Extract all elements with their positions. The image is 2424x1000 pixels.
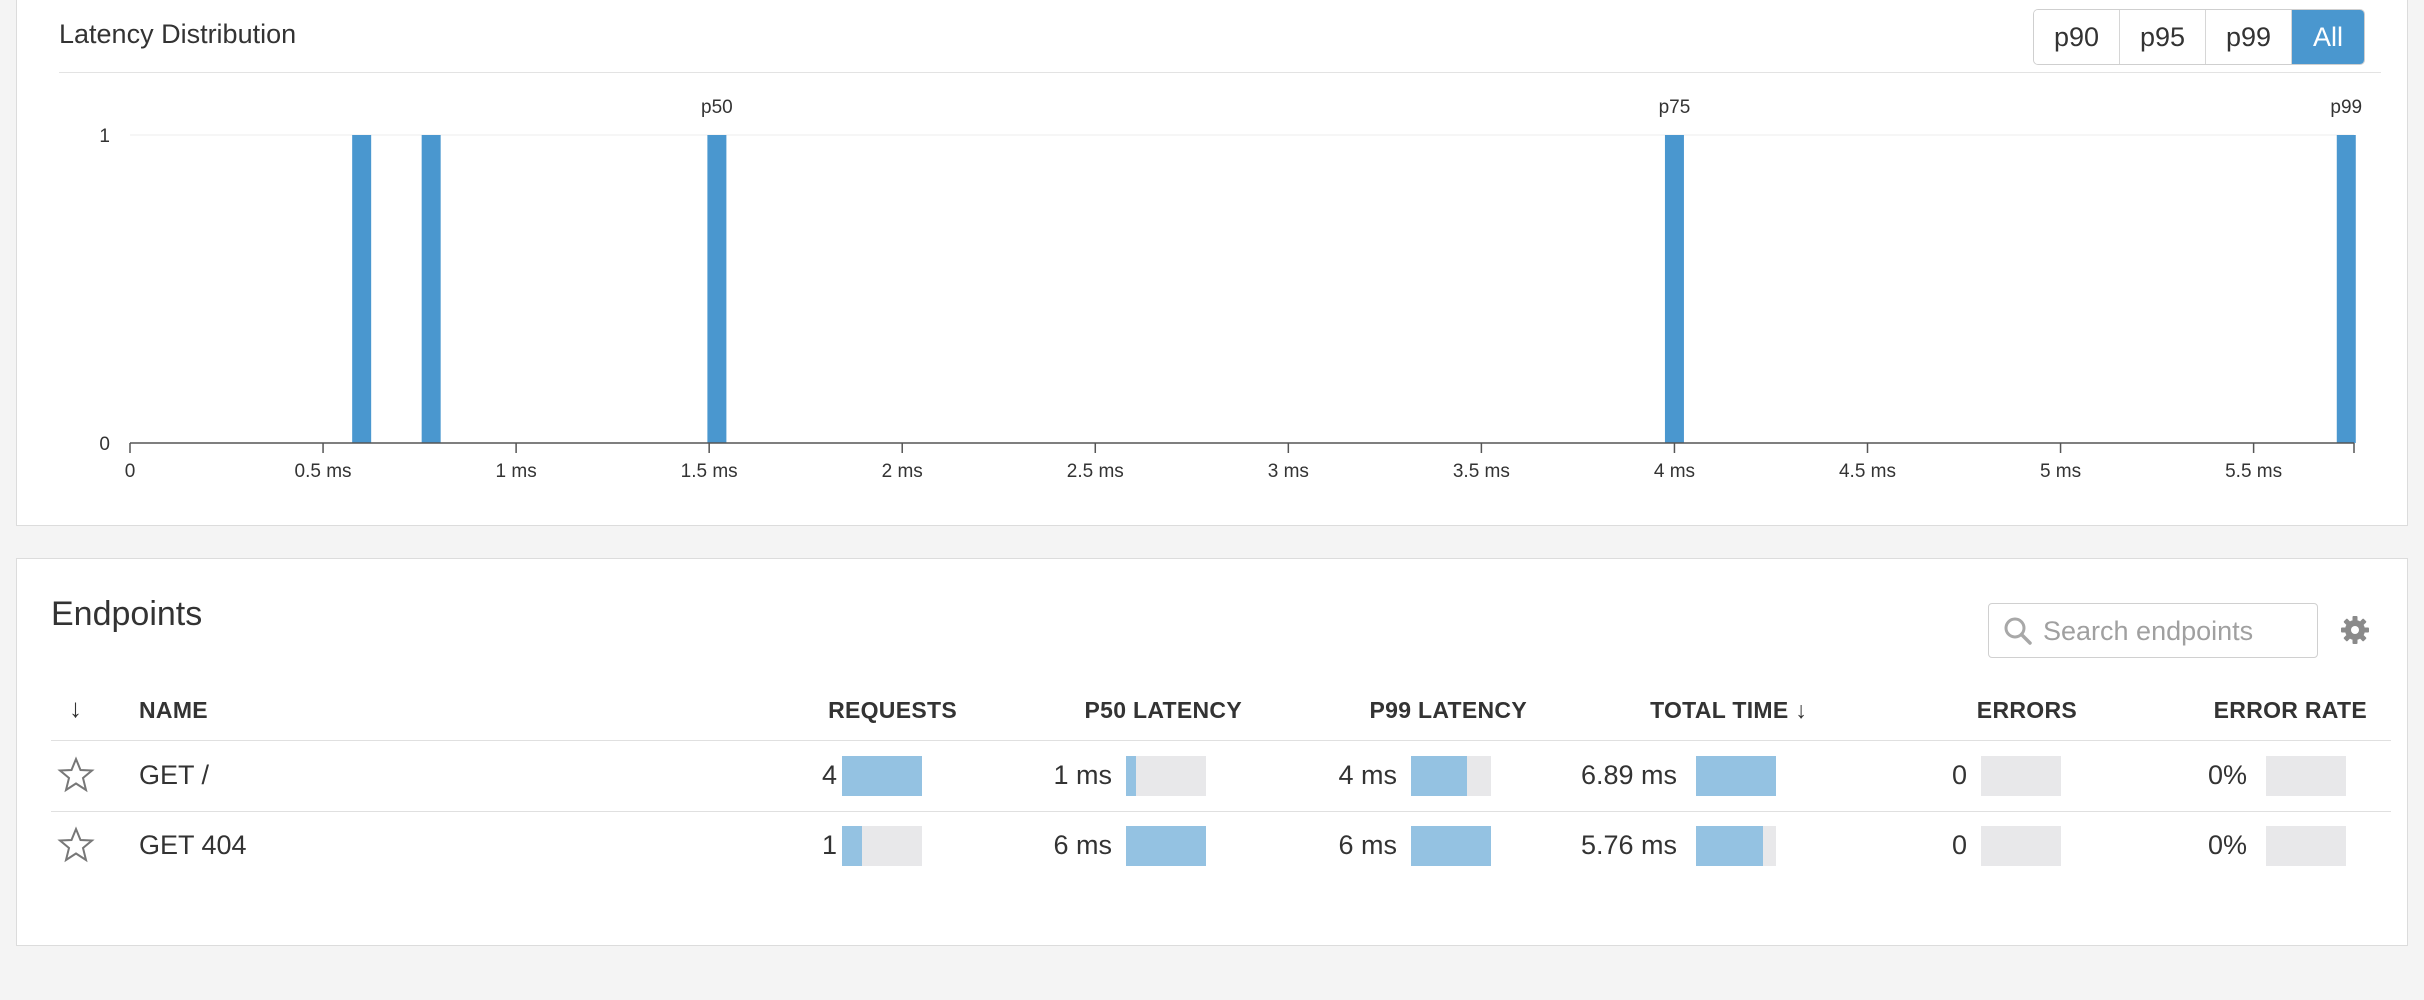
x-tick-label: 4 ms [1654, 461, 1695, 482]
x-tick-label: 1 ms [496, 461, 537, 482]
endpoints-title: Endpoints [51, 595, 203, 633]
error-rate-bar [2266, 756, 2346, 796]
requests-value: 1 [821, 830, 837, 860]
p99-latency-bar [1411, 756, 1491, 796]
x-tick-label: 3.5 ms [1453, 461, 1510, 482]
p50-latency-value: 6 ms [1053, 830, 1112, 860]
p50-latency-bar-fill [1126, 826, 1206, 866]
error-rate-bar [2266, 826, 2346, 866]
column-header-p99-latency[interactable]: P99 LATENCY [1277, 697, 1527, 724]
row-divider [51, 811, 2391, 812]
search-icon [2004, 617, 2032, 645]
column-header-name[interactable]: NAME [139, 697, 208, 724]
latency-distribution-panel: Latency Distribution p90 p95 p99 All 010… [16, 0, 2408, 526]
column-header-requests[interactable]: REQUESTS [777, 697, 957, 724]
header-divider [51, 740, 2391, 741]
total-time-bar [1696, 826, 1776, 866]
percentile-marker-label: p75 [1659, 97, 1691, 118]
p99-latency-value: 4 ms [1338, 760, 1397, 790]
total-time-bar-fill [1696, 756, 1776, 796]
x-tick-label: 5 ms [2040, 461, 2081, 482]
y-tick-label: 1 [99, 126, 110, 147]
total-time-bar [1696, 756, 1776, 796]
search-endpoints-box [1988, 603, 2318, 658]
p99-latency-bar [1411, 826, 1491, 866]
total-time-bar-fill [1696, 826, 1764, 866]
errors-bar [1981, 826, 2061, 866]
endpoint-name[interactable]: GET 404 [139, 830, 247, 861]
column-header-errors[interactable]: ERRORS [1877, 697, 2077, 724]
errors-value: 0 [1951, 830, 1967, 860]
errors-bar [1981, 756, 2061, 796]
percentile-marker-label: p99 [2330, 97, 2362, 118]
x-tick-label: 0.5 ms [295, 461, 352, 482]
column-header-error-rate[interactable]: ERROR RATE [2117, 697, 2367, 724]
p99-latency-bar-fill [1411, 826, 1491, 866]
error-rate-value: 0% [2207, 760, 2247, 790]
column-header-p50-latency[interactable]: P50 LATENCY [997, 697, 1242, 724]
column-header-total-time[interactable]: TOTAL TIME ↓ [1557, 697, 1807, 724]
p99-latency-value: 6 ms [1338, 830, 1397, 860]
search-endpoints-input[interactable] [2043, 612, 2309, 650]
latency-histogram-chart: 0 1 0 0.5 ms 1 ms 1.5 ms 2 ms 2.5 ms 3 ms 3.5 ms 4… [99, 97, 2362, 482]
total-time-value: 6.89 ms [1580, 760, 1677, 790]
x-tick-label: 3 ms [1268, 461, 1309, 482]
x-tick-label: 2 ms [882, 461, 923, 482]
p50-latency-bar [1126, 756, 1206, 796]
gear-icon[interactable] [2340, 615, 2370, 645]
star-icon[interactable] [57, 756, 95, 794]
percentile-marker-label: p50 [701, 97, 733, 118]
requests-bar-fill [842, 756, 922, 796]
star-icon[interactable] [57, 826, 95, 864]
x-tick-label: 2.5 ms [1067, 461, 1124, 482]
p50-latency-bar-fill [1126, 756, 1136, 796]
requests-bar-fill [842, 826, 862, 866]
total-time-value: 5.76 ms [1580, 830, 1677, 860]
histogram-bar [2336, 135, 2356, 443]
y-tick-label: 0 [99, 434, 110, 455]
requests-value: 4 [821, 760, 837, 790]
endpoints-panel: Endpoints ↓ NAME REQUESTS P50 LATENCY P9… [16, 558, 2408, 946]
histogram-bar [1664, 135, 1684, 443]
errors-value: 0 [1951, 760, 1967, 790]
p99-latency-bar-fill [1411, 756, 1467, 796]
endpoint-name[interactable]: GET / [139, 760, 209, 791]
histogram-bar [421, 135, 441, 443]
x-tick-label: 5.5 ms [2225, 461, 2282, 482]
p50-latency-value: 1 ms [1053, 760, 1112, 790]
histogram-bar [352, 135, 372, 443]
x-tick-label: 0 [125, 461, 136, 482]
p50-latency-bar [1126, 826, 1206, 866]
requests-bar [842, 756, 922, 796]
histogram-bar [707, 135, 727, 443]
x-tick-label: 4.5 ms [1839, 461, 1896, 482]
error-rate-value: 0% [2207, 830, 2247, 860]
requests-bar [842, 826, 922, 866]
x-tick-label: 1.5 ms [681, 461, 738, 482]
sort-column-header[interactable]: ↓ [69, 693, 82, 724]
